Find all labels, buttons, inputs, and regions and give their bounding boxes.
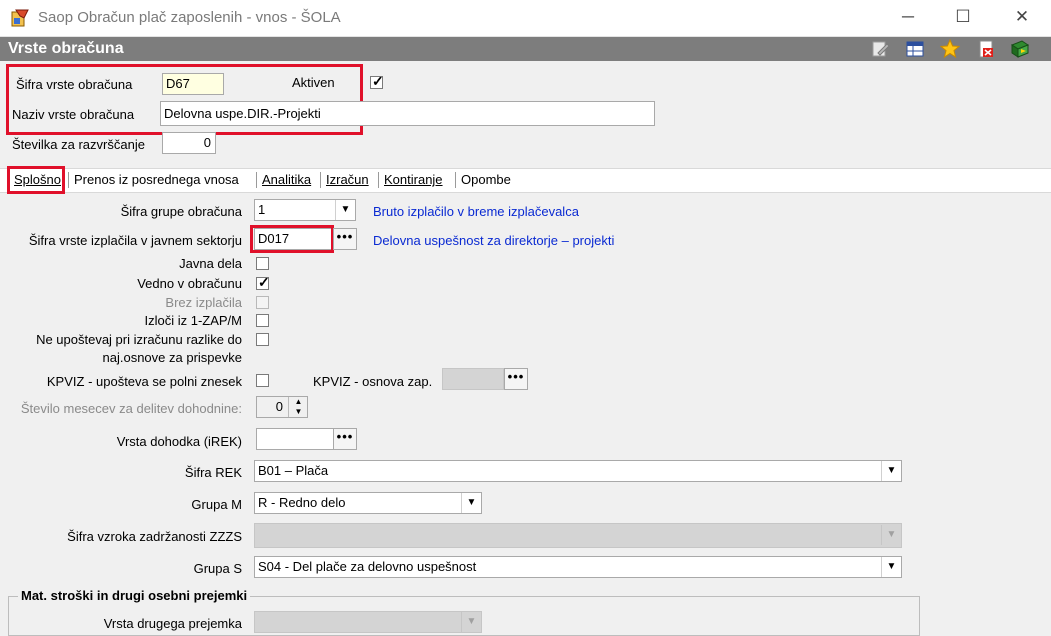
module-header	[0, 37, 1051, 61]
javna-dela-label: Javna dela	[179, 256, 242, 271]
check-icon: ✓	[372, 73, 384, 89]
grupa-label: Šifra grupe obračuna	[120, 204, 242, 219]
spin-down-icon[interactable]: ▼	[289, 407, 308, 417]
app-icon	[11, 9, 29, 27]
stevilka-label: Številka za razvrščanje	[12, 137, 145, 152]
vedno-checkbox[interactable]: ✓	[256, 274, 270, 290]
izloci-checkbox[interactable]	[256, 314, 269, 327]
brez-label: Brez izplačila	[165, 295, 242, 310]
tab-splosno[interactable]: Splošno	[14, 172, 61, 187]
sifra-label: Šifra vrste obračuna	[16, 77, 133, 92]
mesecev-label: Število mesecev za delitev dohodnine:	[20, 401, 242, 416]
lookup-button[interactable]: •••	[333, 228, 357, 250]
aktiven-checkbox[interactable]: ✓	[370, 73, 384, 89]
zzzs-label: Šifra vzroka zadržanosti ZZZS	[67, 529, 242, 544]
izplacilo-description: Delovna uspešnost za direktorje – projek…	[373, 233, 615, 248]
check-icon: ✓	[258, 274, 270, 290]
aktiven-label: Aktiven	[292, 75, 335, 90]
kpviz-label: KPVIZ - upošteva se polni znesek	[46, 374, 242, 389]
tab-kontiranje[interactable]: Kontiranje	[384, 172, 443, 187]
rek-label: Šifra REK	[184, 465, 242, 480]
tab-opombe[interactable]: Opombe	[461, 172, 511, 187]
tab-prenos[interactable]: Prenos iz posrednega vnosa	[74, 172, 239, 187]
tab-separator	[455, 172, 456, 188]
table-view-icon[interactable]	[905, 39, 925, 59]
exit-icon[interactable]	[1010, 39, 1030, 59]
tab-analitika[interactable]: Analitika	[262, 172, 311, 187]
tab-separator	[320, 172, 321, 188]
chevron-down-icon[interactable]: ▼	[461, 493, 481, 513]
chevron-down-icon[interactable]: ▼	[881, 557, 901, 577]
rek-value: B01 – Plača	[258, 463, 329, 478]
dohodek-input[interactable]	[256, 428, 334, 450]
neupostevaj-label-line1: Ne upoštevaj pri izračunu razlike do	[36, 332, 242, 347]
grupa-m-value: R - Redno delo	[258, 495, 346, 510]
grupa-value: 1	[258, 202, 266, 217]
spin-up-icon[interactable]: ▲	[289, 397, 308, 407]
chevron-down-icon[interactable]: ▼	[335, 200, 355, 220]
kpviz-osnova-label: KPVIZ - osnova zap.	[313, 374, 433, 389]
maximize-button[interactable]: ☐	[940, 0, 986, 34]
grupa-m-label: Grupa M	[191, 497, 242, 512]
mat-stroski-title: Mat. stroški in drugi osebni prejemki	[18, 588, 251, 603]
rek-select[interactable]: B01 – Plača ▼	[254, 460, 902, 482]
grupa-description: Bruto izplačilo v breme izplačevalca	[373, 204, 579, 219]
kpviz-checkbox[interactable]	[256, 374, 269, 387]
tab-izracun[interactable]: Izračun	[326, 172, 369, 187]
grupa-select[interactable]: 1 ▼	[254, 199, 356, 221]
grupa-s-select[interactable]: S04 - Del plače za delovno uspešnost ▼	[254, 556, 902, 578]
chevron-down-icon: ▼	[461, 612, 481, 632]
spin-buttons[interactable]: ▲ ▼	[288, 397, 308, 417]
dohodek-label: Vrsta dohodka (iREK)	[116, 434, 242, 449]
dohodek-lookup-button[interactable]: •••	[333, 428, 357, 450]
module-title: Vrste obračuna	[8, 40, 124, 57]
brez-checkbox	[256, 296, 269, 309]
edit-icon[interactable]	[870, 39, 890, 59]
tab-separator	[68, 172, 69, 188]
vedno-label: Vedno v obračunu	[137, 276, 242, 291]
izloci-label: Izloči iz 1-ZAP/M	[144, 313, 242, 328]
window-title: Saop Obračun plač zaposlenih - vnos - ŠO…	[38, 9, 341, 26]
sifra-input[interactable]: D67	[162, 73, 224, 95]
grupa-s-label: Grupa S	[193, 561, 242, 576]
javna-dela-checkbox[interactable]	[256, 257, 269, 270]
tab-separator	[256, 172, 257, 188]
neupostevaj-checkbox[interactable]	[256, 333, 269, 346]
vrsta-prejemka-select: ▼	[254, 611, 482, 633]
minimize-button[interactable]: ─	[885, 0, 931, 34]
izplacilo-label: Šifra vrste izplačila v javnem sektorju	[28, 233, 242, 248]
kpviz-lookup-button[interactable]: •••	[504, 368, 528, 390]
neupostevaj-label-line2: naj.osnove za prispevke	[102, 350, 242, 365]
zzzs-select: ▼	[254, 523, 902, 548]
highlight-frame-izplacilo	[250, 225, 334, 253]
tab-separator	[378, 172, 379, 188]
chevron-down-icon[interactable]: ▼	[881, 461, 901, 481]
naziv-input[interactable]: Delovna uspe.DIR.-Projekti	[160, 101, 655, 126]
favorite-star-icon[interactable]	[940, 39, 960, 59]
close-button[interactable]: ✕	[999, 0, 1045, 34]
grupa-s-value: S04 - Del plače za delovno uspešnost	[258, 559, 477, 574]
delete-record-icon[interactable]	[976, 39, 996, 59]
stevilka-input[interactable]: 0	[162, 132, 216, 154]
chevron-down-icon: ▼	[881, 525, 901, 545]
grupa-m-select[interactable]: R - Redno delo ▼	[254, 492, 482, 514]
naziv-label: Naziv vrste obračuna	[12, 107, 135, 122]
kpviz-osnova-input	[442, 368, 504, 390]
